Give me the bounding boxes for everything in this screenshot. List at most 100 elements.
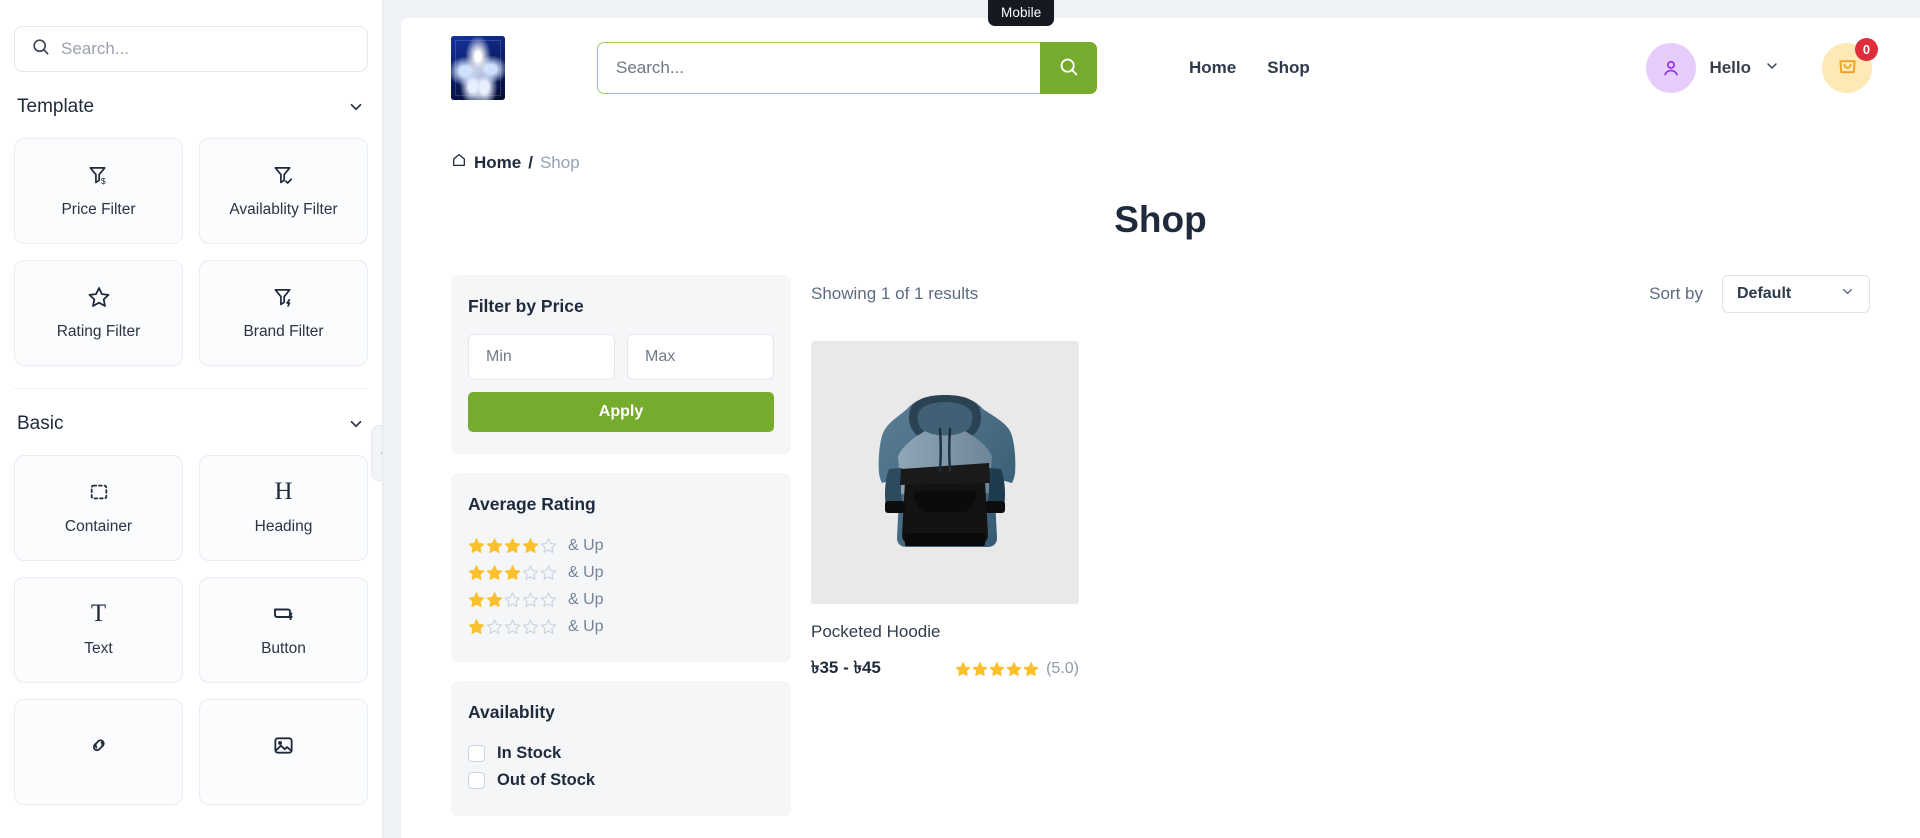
- chevron-down-icon[interactable]: [347, 98, 365, 116]
- widget-label: Rating Filter: [56, 323, 141, 340]
- widget-sidebar: Template $ Price Filter: [0, 0, 383, 838]
- nav-item-shop[interactable]: Shop: [1267, 58, 1310, 78]
- checkbox[interactable]: [468, 772, 485, 789]
- widget-label: Text: [84, 640, 113, 657]
- price-max-input[interactable]: [627, 334, 774, 380]
- filter-title-availability: Availablity: [468, 702, 555, 722]
- sidebar-collapse-handle[interactable]: [371, 425, 382, 481]
- availability-filter-icon: [272, 163, 295, 187]
- rating-suffix: & Up: [568, 617, 604, 635]
- checkbox[interactable]: [468, 745, 485, 762]
- star-icon: [486, 619, 503, 634]
- availability-option-label: In Stock: [497, 744, 562, 762]
- account-label: Hello: [1709, 58, 1751, 77]
- chevron-down-icon: [1840, 284, 1855, 304]
- star-icon: [540, 565, 557, 580]
- product-card[interactable]: Pocketed Hoodie ৳35 - ৳45 (5.0): [811, 341, 1079, 683]
- section-title: Template: [17, 96, 95, 117]
- price-range-inputs: [468, 334, 774, 380]
- product-image: [811, 341, 1079, 604]
- availability-option[interactable]: In Stock: [468, 740, 774, 767]
- breadcrumb-home-label: Home: [474, 152, 522, 172]
- widget-label: Brand Filter: [243, 323, 324, 340]
- store-nav: Home Shop: [1189, 58, 1310, 78]
- device-tab-mobile[interactable]: Mobile: [988, 0, 1055, 26]
- sort-control: Sort by Default: [1649, 275, 1870, 313]
- star-icon: [540, 538, 557, 553]
- price-min-input[interactable]: [468, 334, 615, 380]
- account-menu[interactable]: Hello: [1646, 43, 1780, 93]
- price-filter-icon: $: [87, 163, 110, 187]
- widget-brand-filter[interactable]: Brand Filter: [199, 260, 368, 366]
- product-meta: ৳35 - ৳45 (5.0): [811, 655, 1079, 683]
- product-name: Pocketed Hoodie: [811, 622, 941, 641]
- section-header-basic[interactable]: Basic: [14, 393, 368, 455]
- sidebar-search[interactable]: [14, 26, 368, 72]
- availability-option[interactable]: Out of Stock: [468, 767, 774, 794]
- star-icon: [989, 662, 1005, 676]
- store-header: Home Shop Hello: [401, 18, 1920, 118]
- filter-card-price: Filter by Price Apply: [451, 275, 791, 454]
- widget-price-filter[interactable]: $ Price Filter: [14, 138, 183, 244]
- star-icon: [504, 619, 521, 634]
- widget-button[interactable]: Button: [199, 577, 368, 683]
- star-icon: [468, 565, 485, 580]
- star-group: [468, 618, 557, 635]
- widget-image[interactable]: [199, 699, 368, 805]
- breadcrumb-home[interactable]: Home: [451, 152, 521, 173]
- button-icon: [272, 602, 296, 626]
- product-price: ৳35 - ৳45: [811, 658, 881, 677]
- basic-widget-grid: Container H Heading T Text Button: [14, 455, 368, 805]
- star-icon: [522, 592, 539, 607]
- star-icon: [468, 538, 485, 553]
- store-search: [597, 42, 1097, 94]
- star-icon: [1006, 662, 1022, 676]
- page-title: Shop: [1114, 199, 1207, 240]
- chevron-down-icon[interactable]: [1764, 58, 1780, 79]
- star-icon: [522, 619, 539, 634]
- filter-title-price: Filter by Price: [468, 296, 584, 316]
- rating-filter-row[interactable]: & Up: [468, 559, 774, 586]
- star-icon: [540, 592, 557, 607]
- sort-select[interactable]: Default: [1722, 275, 1870, 313]
- results-count: Showing 1 of 1 results: [811, 284, 979, 303]
- rating-filter-icon: [87, 285, 111, 309]
- container-icon: [88, 480, 110, 504]
- site-logo[interactable]: [451, 36, 505, 100]
- preview-canvas: Mobile Home Shop: [383, 0, 1920, 838]
- shopping-bag-icon: [1836, 54, 1859, 82]
- star-group: [468, 564, 557, 581]
- rating-suffix: & Up: [568, 536, 604, 554]
- store-search-button[interactable]: [1040, 42, 1097, 94]
- nav-item-home[interactable]: Home: [1189, 58, 1236, 78]
- results-toolbar: Showing 1 of 1 results Sort by Default: [811, 275, 1870, 313]
- store-search-input[interactable]: [597, 42, 1040, 94]
- apply-price-filter-button[interactable]: Apply: [468, 392, 774, 432]
- product-stars: [955, 661, 1039, 677]
- rating-filter-row[interactable]: & Up: [468, 532, 774, 559]
- breadcrumb: Home / Shop: [401, 118, 1920, 173]
- widget-container[interactable]: Container: [14, 455, 183, 561]
- home-icon: [451, 152, 467, 173]
- widget-availability-filter[interactable]: Availablity Filter: [199, 138, 368, 244]
- section-header-template[interactable]: Template: [14, 76, 368, 138]
- app-root: Template $ Price Filter: [0, 0, 1920, 838]
- star-group: [468, 537, 557, 554]
- widget-label: Button: [261, 640, 306, 657]
- hoodie-illustration: [878, 394, 1016, 547]
- star-icon: [486, 538, 503, 553]
- rating-filter-row[interactable]: & Up: [468, 586, 774, 613]
- search-input[interactable]: [61, 39, 351, 59]
- filters-column: Filter by Price Apply Average Rating & U…: [451, 275, 791, 835]
- widget-heading[interactable]: H Heading: [199, 455, 368, 561]
- widget-text[interactable]: T Text: [14, 577, 183, 683]
- widget-label: Availablity Filter: [229, 201, 338, 218]
- widget-link[interactable]: [14, 699, 183, 805]
- filter-title-rating: Average Rating: [468, 494, 596, 514]
- rating-filter-row[interactable]: & Up: [468, 613, 774, 640]
- widget-rating-filter[interactable]: Rating Filter: [14, 260, 183, 366]
- search-icon: [1058, 56, 1079, 80]
- star-icon: [468, 619, 485, 634]
- rating-suffix: & Up: [568, 590, 604, 608]
- chevron-down-icon[interactable]: [347, 415, 365, 433]
